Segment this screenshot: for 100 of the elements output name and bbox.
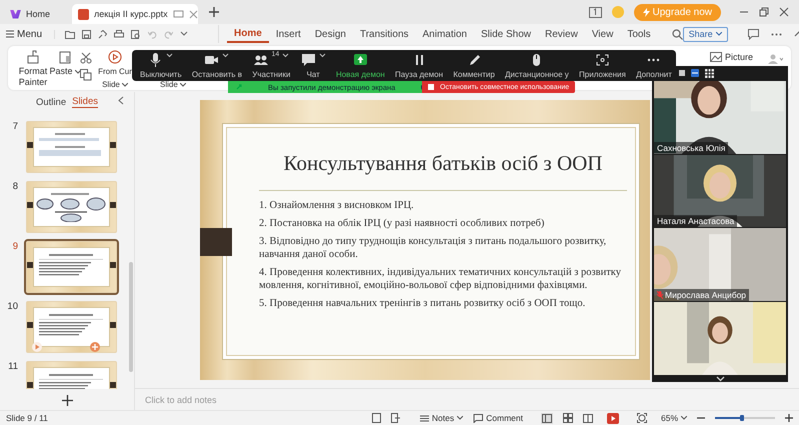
panel-tab[interactable]: Slides <box>72 96 98 108</box>
close-icon[interactable] <box>779 7 789 17</box>
chevron-down-icon[interactable] <box>716 376 724 382</box>
ribbon-tab[interactable]: Home <box>227 25 269 43</box>
caret-icon <box>457 416 464 420</box>
more-icon[interactable] <box>770 32 782 36</box>
print-icon[interactable] <box>114 30 124 38</box>
search-icon[interactable] <box>672 29 683 40</box>
frame-ornament <box>27 322 33 328</box>
from-current-slide-button[interactable]: From Cur Slide <box>98 50 132 90</box>
add-slide-icon[interactable] <box>62 395 72 406</box>
slider-thumb[interactable] <box>740 415 744 421</box>
slide-title: Консультування батьків осіб з ООП <box>282 150 604 176</box>
close-tab-icon[interactable] <box>188 10 198 18</box>
panel-tab[interactable]: Outline <box>36 96 66 108</box>
microphone-icon <box>148 53 164 67</box>
caret-icon[interactable] <box>318 53 326 58</box>
zoom-dropdown[interactable]: 65% <box>660 413 687 423</box>
picture-button[interactable]: Picture <box>710 52 753 62</box>
ribbon-tab[interactable]: Review <box>538 25 585 43</box>
ribbon-tab[interactable]: Animation <box>416 25 474 43</box>
collapse-panel-icon[interactable] <box>118 96 124 105</box>
list-item: 1. Ознайомлення з висновком ІРЦ. <box>259 199 415 212</box>
image-icon <box>710 52 722 62</box>
window-count-icon[interactable] <box>588 6 602 18</box>
zoom-in-icon[interactable] <box>785 414 793 422</box>
ribbon-tab[interactable]: View <box>584 25 620 43</box>
caret-icon[interactable] <box>166 53 174 58</box>
ribbon-tab[interactable]: Transitions <box>352 25 416 43</box>
toolbar-button[interactable]: Остановить в <box>192 53 242 81</box>
share-screen-icon <box>352 53 368 67</box>
notes-icon <box>420 414 429 422</box>
slide-thumbnail[interactable] <box>26 241 117 293</box>
frame-ornament <box>110 262 116 268</box>
slide-number: 9 <box>12 241 19 252</box>
copy-icon[interactable] <box>80 69 92 81</box>
presentation-icon <box>78 8 89 20</box>
browser-tab[interactable]: Home <box>4 4 72 24</box>
screen-icon[interactable] <box>172 10 184 18</box>
folder-icon[interactable] <box>65 30 76 38</box>
preview-icon[interactable] <box>131 30 142 38</box>
phone-icon[interactable] <box>390 413 400 423</box>
caret-icon[interactable] <box>222 53 230 58</box>
save-icon[interactable] <box>82 30 92 38</box>
fit-icon[interactable] <box>636 413 647 423</box>
comment-icon <box>473 414 484 422</box>
list-item: 3. Відповідно до типу труднощів консультація з питань подальшого розвитку, навчання даної особи. <box>259 235 608 261</box>
apps-icon <box>594 53 610 67</box>
slide-counter: Slide 9 / 11 <box>6 413 48 423</box>
caret-icon[interactable] <box>282 53 290 58</box>
toolbar-button[interactable]: Приложения <box>579 53 626 81</box>
caret-icon <box>716 32 722 36</box>
slide-number: 7 <box>12 121 19 132</box>
ribbon-tab[interactable]: Slide Show <box>474 25 538 43</box>
toolbar-button[interactable]: Новая демон <box>336 53 385 81</box>
ribbon-tab[interactable]: Design <box>308 25 353 43</box>
speaker-view-icon[interactable] <box>679 70 685 76</box>
notes-button[interactable]: Notes <box>420 413 464 423</box>
frame-ornament <box>27 202 33 208</box>
participant-name: Мирослава Анцибор <box>665 290 746 300</box>
participant-name: Наталя Анастасова <box>657 216 734 226</box>
share-button[interactable]: Share <box>682 26 728 42</box>
ribbon-tab[interactable]: Insert <box>268 25 308 43</box>
slide-thumbnail[interactable] <box>26 181 117 233</box>
paste-button[interactable]: Paste <box>50 50 80 77</box>
toolbar-button[interactable]: Чат <box>300 53 326 81</box>
toolbar-button[interactable]: Дополнит <box>636 53 672 81</box>
dropdown-icon[interactable] <box>180 31 188 37</box>
play-icon[interactable] <box>32 342 42 352</box>
caret-icon <box>122 82 128 86</box>
lightning-icon <box>642 8 650 16</box>
strip-view-icon[interactable] <box>691 69 699 78</box>
toolbar-button[interactable]: Комментир <box>453 53 495 81</box>
format-painter-button[interactable]: Format Painter <box>16 50 50 88</box>
browser-tab[interactable]: лекція ІІ курс.pptx <box>72 4 198 24</box>
new-tab-icon[interactable] <box>208 6 220 18</box>
list-item: 2. Постановка на облік ІРЦ (у разі наявності особливих потреб) <box>259 217 546 230</box>
ribbon-tab[interactable]: Tools <box>620 25 658 43</box>
menu-button[interactable]: Menu <box>6 28 42 40</box>
reading-view-icon[interactable] <box>582 413 593 423</box>
slide-number: 8 <box>12 181 19 192</box>
gallery-view-icon[interactable] <box>705 68 714 78</box>
toolbar-button[interactable]: Выключить <box>140 53 182 81</box>
slideshow-icon[interactable] <box>606 412 619 424</box>
cut-icon[interactable] <box>80 52 92 64</box>
slide-menu-button[interactable]: Slide <box>160 80 186 90</box>
restore-icon[interactable] <box>759 7 769 17</box>
reading-icon[interactable] <box>372 413 381 423</box>
logo-icon <box>10 10 21 18</box>
caret-icon <box>180 83 186 87</box>
caret-icon <box>681 416 687 420</box>
link-icon[interactable] <box>98 30 108 38</box>
slide-thumbnail[interactable] <box>26 121 117 173</box>
normal-view-icon[interactable] <box>540 412 553 424</box>
comment-button[interactable]: Comment <box>473 413 523 423</box>
grid-view-icon[interactable] <box>562 413 573 423</box>
toolbar-button[interactable]: Пауза демон <box>395 53 443 81</box>
comment-icon[interactable] <box>748 28 759 40</box>
slide-thumbnail[interactable] <box>26 301 117 353</box>
toolbar-button[interactable]: Дистанционное у <box>505 53 569 81</box>
